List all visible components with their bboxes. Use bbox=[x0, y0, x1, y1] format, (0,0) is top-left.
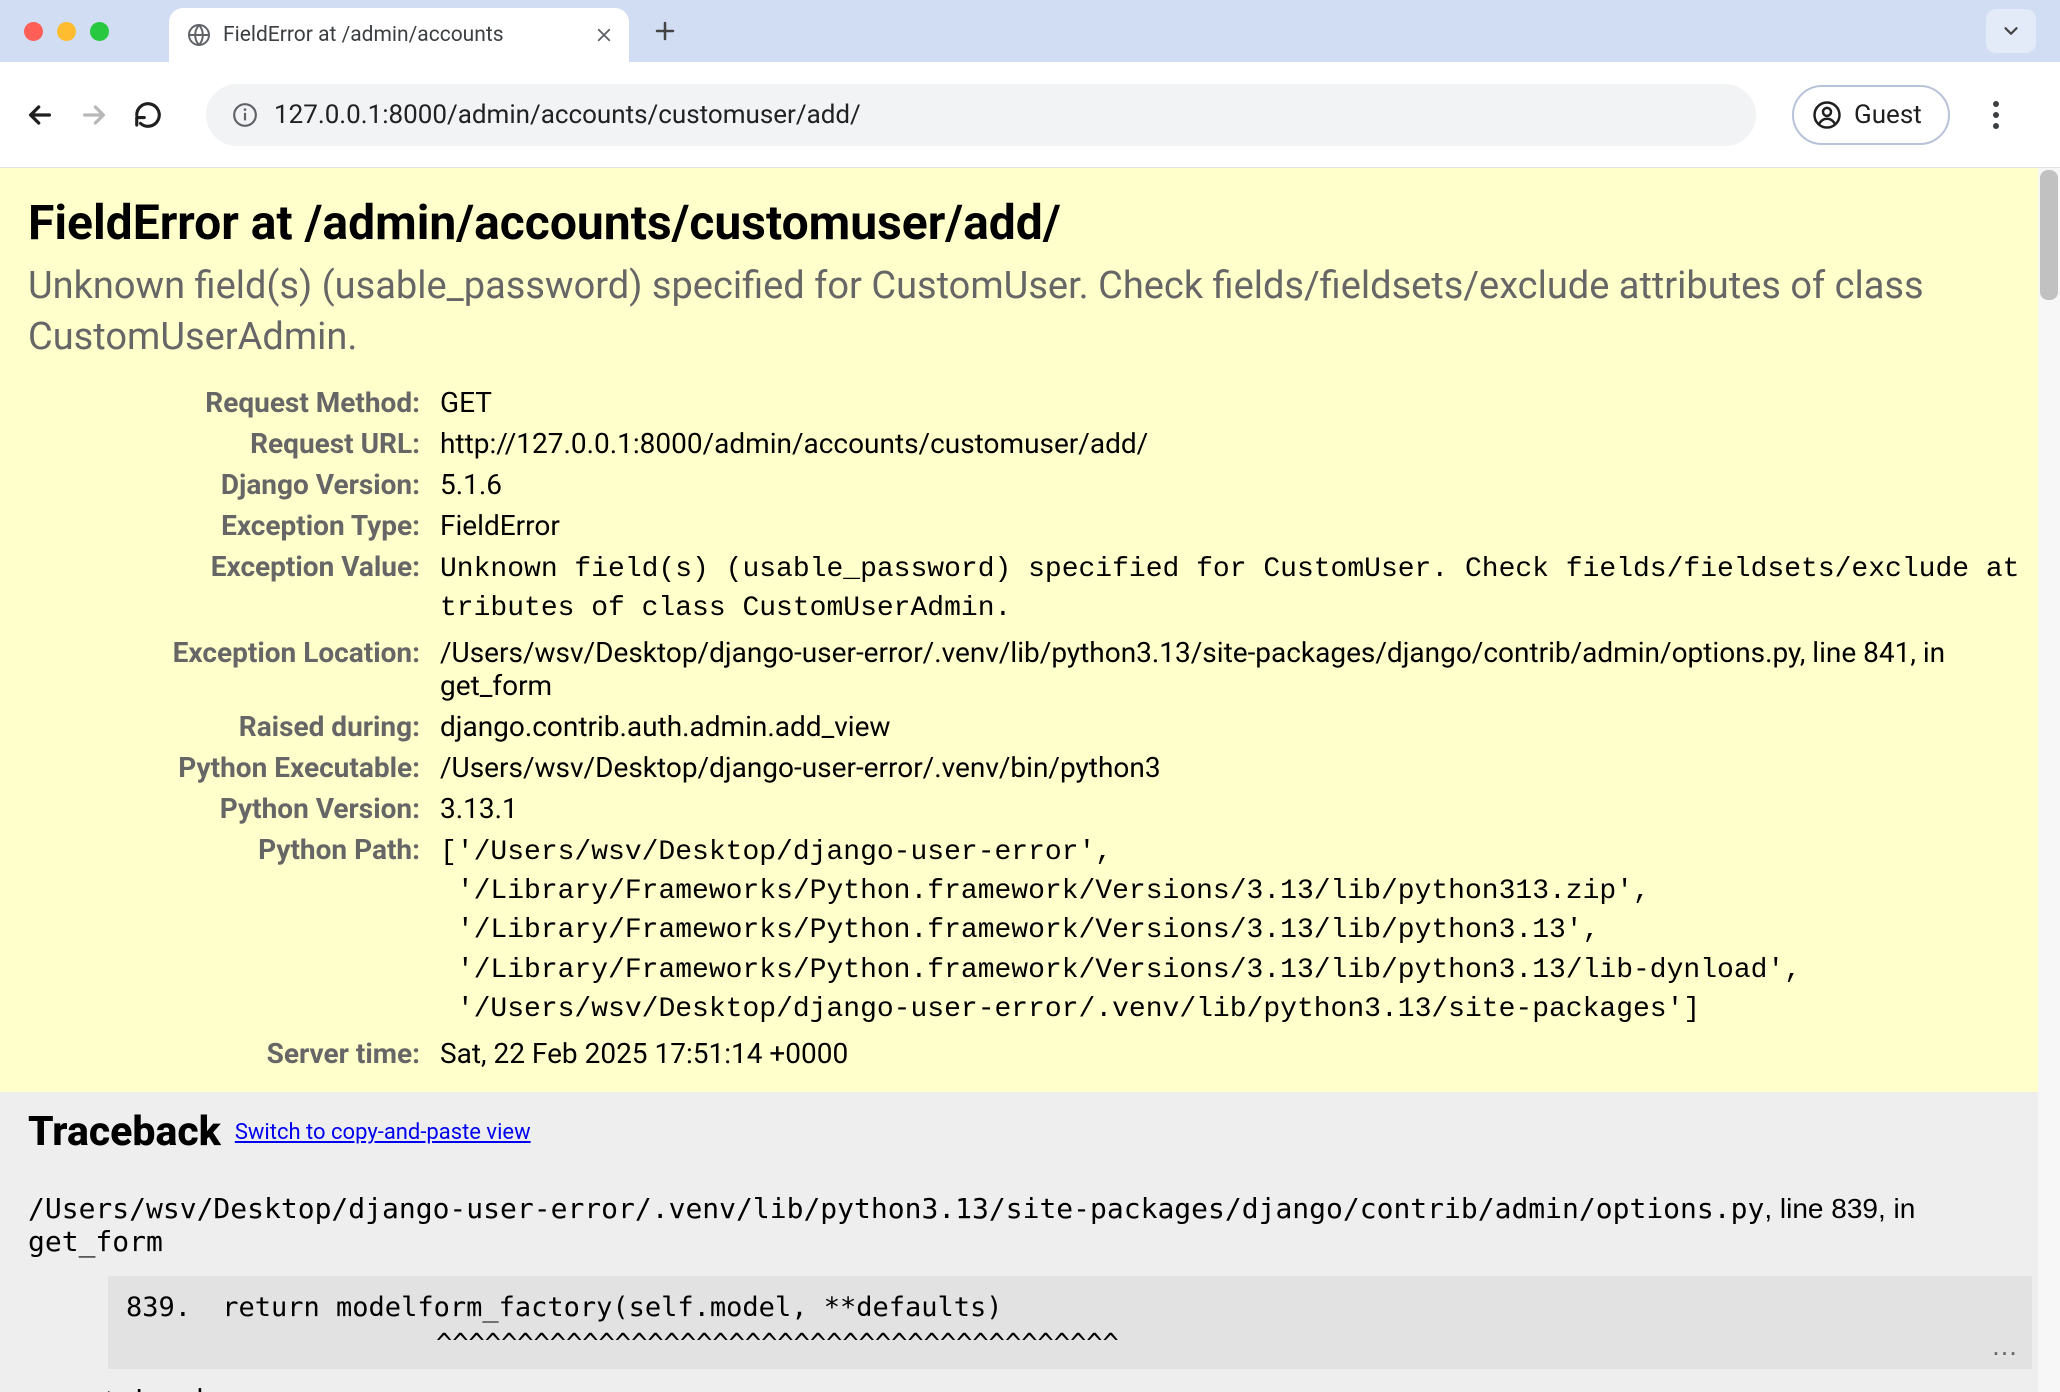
window-controls bbox=[0, 0, 109, 62]
meta-value: FieldError bbox=[428, 505, 2032, 546]
forward-button[interactable] bbox=[76, 97, 112, 133]
profile-label: Guest bbox=[1854, 100, 1922, 130]
local-vars-toggle[interactable]: ▶ Local vars bbox=[108, 1383, 2032, 1392]
meta-label: Python Path: bbox=[28, 829, 428, 1033]
traceback-heading: Traceback bbox=[28, 1108, 221, 1156]
error-subheading: Unknown field(s) (usable_password) speci… bbox=[28, 261, 2032, 364]
frame-line-ref: , line 839, in bbox=[1764, 1193, 1915, 1224]
error-heading: FieldError at /admin/accounts/customuser… bbox=[28, 194, 2032, 251]
meta-value: /Users/wsv/Desktop/django-user-error/.ve… bbox=[428, 747, 2032, 788]
meta-label: Exception Location: bbox=[28, 632, 428, 706]
window-maximize-button[interactable] bbox=[90, 22, 109, 41]
tab-strip: FieldError at /admin/accounts bbox=[0, 0, 2060, 62]
frame-func: get_form bbox=[28, 1225, 163, 1258]
frame-file-line: /Users/wsv/Desktop/django-user-error/.ve… bbox=[28, 1192, 2032, 1258]
close-icon[interactable] bbox=[595, 26, 613, 44]
address-url: 127.0.0.1:8000/admin/accounts/customuser… bbox=[274, 100, 1730, 130]
meta-label: Python Executable: bbox=[28, 747, 428, 788]
meta-value: Unknown field(s) (usable_password) speci… bbox=[428, 546, 2032, 632]
tab-list-button[interactable] bbox=[1986, 9, 2036, 53]
back-button[interactable] bbox=[22, 97, 58, 133]
new-tab-button[interactable] bbox=[653, 19, 677, 43]
meta-label: Raised during: bbox=[28, 706, 428, 747]
traceback-section: Traceback Switch to copy-and-paste view … bbox=[0, 1092, 2060, 1392]
code-text: return modelform_factory(self.model, **d… bbox=[206, 1292, 1003, 1323]
local-vars-label: Local vars bbox=[136, 1383, 263, 1392]
info-icon[interactable] bbox=[232, 102, 258, 128]
browser-tab[interactable]: FieldError at /admin/accounts bbox=[169, 8, 629, 62]
code-context[interactable]: 839. return modelform_factory(self.model… bbox=[108, 1276, 2032, 1369]
triangle-right-icon: ▶ bbox=[108, 1383, 130, 1392]
meta-value: GET bbox=[428, 382, 2032, 423]
meta-label: Request URL: bbox=[28, 423, 428, 464]
meta-value: 5.1.6 bbox=[428, 464, 2032, 505]
tab-title: FieldError at /admin/accounts bbox=[223, 23, 583, 47]
globe-icon bbox=[187, 23, 211, 47]
meta-label: Django Version: bbox=[28, 464, 428, 505]
meta-value: http://127.0.0.1:8000/admin/accounts/cus… bbox=[428, 423, 2032, 464]
page-content: FieldError at /admin/accounts/customuser… bbox=[0, 168, 2060, 1392]
switch-view-link[interactable]: Switch to copy-and-paste view bbox=[235, 1120, 531, 1145]
browser-menu-button[interactable] bbox=[1978, 97, 2014, 133]
meta-label: Python Version: bbox=[28, 788, 428, 829]
ellipsis-icon: … bbox=[1991, 1328, 2020, 1364]
meta-value: /Users/wsv/Desktop/django-user-error/.ve… bbox=[428, 632, 2032, 706]
window-minimize-button[interactable] bbox=[57, 22, 76, 41]
meta-value: django.contrib.auth.admin.add_view bbox=[428, 706, 2032, 747]
address-bar[interactable]: 127.0.0.1:8000/admin/accounts/customuser… bbox=[206, 84, 1756, 146]
frame-file-path: /Users/wsv/Desktop/django-user-error/.ve… bbox=[28, 1192, 1764, 1225]
browser-chrome: FieldError at /admin/accounts bbox=[0, 0, 2060, 168]
window-close-button[interactable] bbox=[24, 22, 43, 41]
code-lineno: 839. bbox=[126, 1290, 206, 1326]
profile-button[interactable]: Guest bbox=[1792, 85, 1950, 145]
meta-value: 3.13.1 bbox=[428, 788, 2032, 829]
meta-label: Exception Value: bbox=[28, 546, 428, 632]
error-summary: FieldError at /admin/accounts/customuser… bbox=[0, 168, 2060, 1092]
reload-button[interactable] bbox=[130, 97, 166, 133]
meta-label: Server time: bbox=[28, 1033, 428, 1074]
scrollbar-thumb[interactable] bbox=[2040, 170, 2058, 300]
person-icon bbox=[1812, 100, 1842, 130]
browser-toolbar: 127.0.0.1:8000/admin/accounts/customuser… bbox=[0, 62, 2060, 168]
scrollbar-track[interactable] bbox=[2038, 168, 2060, 1392]
meta-value: ['/Users/wsv/Desktop/django-user-error',… bbox=[428, 829, 2032, 1033]
meta-value: Sat, 22 Feb 2025 17:51:14 +0000 bbox=[428, 1033, 2032, 1074]
error-meta-table: Request Method: GET Request URL: http://… bbox=[28, 382, 2032, 1074]
meta-label: Request Method: bbox=[28, 382, 428, 423]
code-carets: ^^^^^^^^^^^^^^^^^^^^^^^^^^^^^^^^^^^^^^^^… bbox=[126, 1326, 2014, 1362]
meta-label: Exception Type: bbox=[28, 505, 428, 546]
page-viewport: FieldError at /admin/accounts/customuser… bbox=[0, 168, 2060, 1392]
